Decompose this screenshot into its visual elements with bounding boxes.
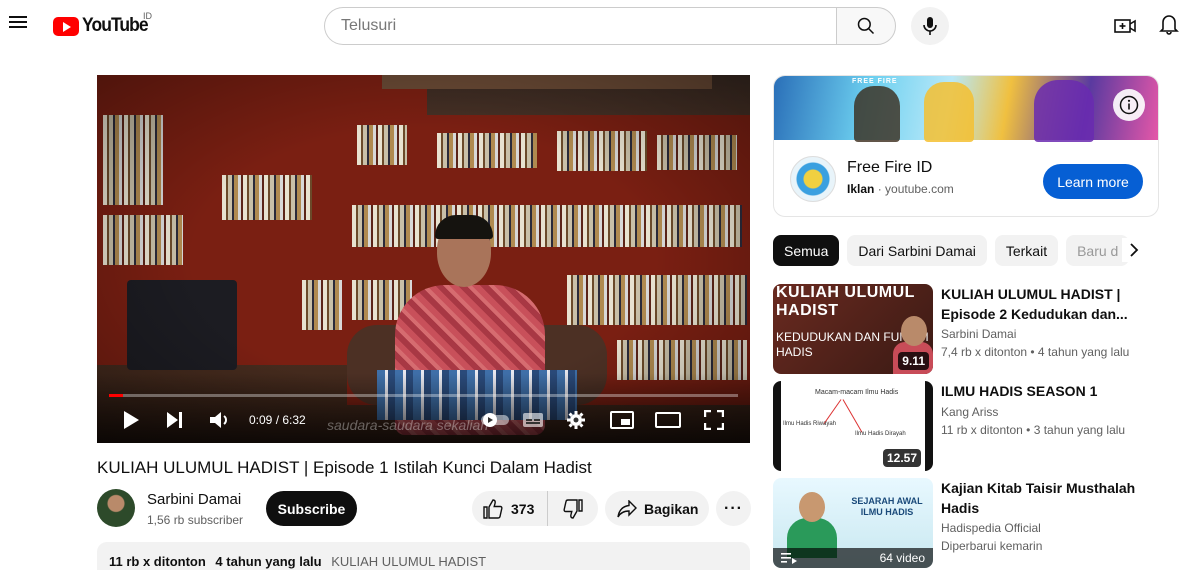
info-icon: [1119, 95, 1139, 115]
ad-info-button[interactable]: [1113, 89, 1145, 121]
video-meta: 7,4 rb x ditonton • 4 tahun yang lalu: [941, 345, 1130, 359]
video-title: KULIAH ULUMUL HADIST | Episode 1 Istilah…: [97, 458, 592, 477]
like-button[interactable]: 373: [472, 491, 548, 526]
theater-mode-button[interactable]: [654, 409, 682, 431]
youtube-logo[interactable]: YouTube: [53, 15, 153, 37]
create-icon: [1114, 19, 1136, 33]
playlist-overlay: 64 video: [773, 548, 933, 568]
share-label: Bagikan: [644, 500, 699, 517]
channel-name[interactable]: Sarbini Damai: [147, 491, 241, 508]
fullscreen-button[interactable]: [702, 409, 726, 431]
learn-more-button[interactable]: Learn more: [1043, 164, 1143, 199]
ad-meta: Iklan · youtube.com: [847, 182, 954, 196]
playlist-count: 64 video: [879, 551, 925, 565]
related-filter-chips: Semua Dari Sarbini Damai Terkait Baru d: [773, 235, 1159, 266]
recommended-playlist[interactable]: Macam-macam Ilmu Hadis Ilmu Hadis Riwaya…: [773, 381, 1159, 471]
next-icon: [167, 412, 182, 428]
ad-card[interactable]: FREE FIRE Free Fire ID Iklan · youtube.c…: [773, 75, 1159, 217]
video-thumbnail[interactable]: Macam-macam Ilmu Hadis Ilmu Hadis Riwaya…: [773, 381, 933, 471]
voice-search-button[interactable]: [911, 7, 949, 45]
channel-name[interactable]: Sarbini Damai: [941, 327, 1016, 341]
sponsored-label: Iklan: [847, 182, 875, 196]
chip-related[interactable]: Terkait: [994, 235, 1059, 266]
search-button[interactable]: [836, 7, 896, 45]
video-player[interactable]: saudara-saudara sekalian 0:09 / 6:32: [97, 75, 750, 443]
progress-bar[interactable]: [109, 394, 738, 397]
play-icon: [124, 411, 139, 429]
settings-icon: [567, 411, 585, 429]
video-watermark: saudara-saudara sekalian: [327, 417, 489, 433]
video-duration: 12.57: [882, 449, 921, 467]
channel-name[interactable]: Kang Ariss: [941, 405, 998, 419]
subscriber-count: 1,56 rb subscriber: [147, 513, 244, 527]
autoplay-toggle[interactable]: [480, 409, 510, 431]
subscribe-button[interactable]: Subscribe: [266, 491, 357, 526]
menu-icon[interactable]: [9, 14, 29, 36]
chips-next-button[interactable]: [1122, 238, 1146, 262]
recommended-video[interactable]: KULIAH ULUMUL HADIST KEDUDUKAN DAN FUNGS…: [773, 284, 1159, 374]
recommended-playlist[interactable]: SEJARAH AWAL ILMU HADIS 64 video Kajian …: [773, 478, 1159, 568]
video-duration: 9.11: [898, 352, 929, 370]
subtitles-icon: [523, 413, 543, 427]
playlist-meta: Diperbarui kemarin: [941, 539, 1043, 553]
youtube-play-icon: [53, 16, 79, 36]
advertiser-avatar[interactable]: [790, 156, 836, 202]
search-bar: [324, 7, 896, 45]
upload-age: 4 tahun yang lalu: [215, 554, 322, 569]
volume-button[interactable]: [207, 409, 233, 431]
progress-fill: [109, 394, 124, 397]
volume-icon: [210, 412, 227, 428]
playlist-icon: [781, 553, 797, 564]
play-button[interactable]: [119, 409, 143, 431]
like-count: 373: [511, 500, 535, 517]
more-actions-button[interactable]: ···: [716, 491, 751, 526]
fullscreen-icon: [704, 410, 724, 430]
next-button[interactable]: [163, 409, 187, 431]
like-icon: [483, 498, 503, 519]
playlist-thumbnail[interactable]: SEJARAH AWAL ILMU HADIS 64 video: [773, 478, 933, 568]
ad-banner-image[interactable]: FREE FIRE: [774, 76, 1158, 142]
chip-new[interactable]: Baru d: [1066, 235, 1130, 266]
time-display: 0:09 / 6:32: [249, 413, 306, 427]
subtitles-button[interactable]: [521, 409, 545, 431]
country-code: ID: [143, 11, 152, 21]
search-icon: [857, 17, 875, 35]
description-box[interactable]: 11 rb x ditonton 4 tahun yang lalu KULIA…: [97, 542, 750, 570]
chip-all[interactable]: Semua: [773, 235, 840, 266]
theater-icon: [655, 412, 681, 428]
video-thumbnail[interactable]: KULIAH ULUMUL HADIST KEDUDUKAN DAN FUNGS…: [773, 284, 933, 374]
ad-domain: youtube.com: [885, 182, 954, 196]
chevron-right-icon: [1130, 243, 1139, 257]
logo-text: YouTube: [82, 15, 149, 36]
dislike-button[interactable]: [548, 491, 598, 526]
search-input[interactable]: [324, 7, 836, 45]
ad-title[interactable]: Free Fire ID: [847, 159, 932, 177]
share-button[interactable]: Bagikan: [605, 491, 709, 526]
chip-from-channel[interactable]: Dari Sarbini Damai: [847, 235, 987, 266]
create-button[interactable]: [1113, 14, 1137, 38]
video-title-link[interactable]: ILMU HADIS SEASON 1: [941, 381, 1151, 401]
video-meta: 11 rb x ditonton • 3 tahun yang lalu: [941, 423, 1126, 437]
playlist-title-link[interactable]: Kajian Kitab Taisir Musthalah Hadis: [941, 478, 1151, 518]
mic-icon: [923, 17, 937, 35]
miniplayer-icon: [610, 411, 634, 429]
view-count: 11 rb x ditonton: [109, 554, 206, 569]
settings-button[interactable]: [564, 409, 588, 431]
channel-avatar[interactable]: [97, 489, 135, 527]
dislike-icon: [563, 498, 583, 519]
bell-icon: [1159, 15, 1179, 35]
channel-name[interactable]: Hadispedia Official: [941, 521, 1041, 535]
share-icon: [617, 499, 637, 517]
autoplay-icon: [481, 413, 509, 427]
video-title-link[interactable]: KULIAH ULUMUL HADIST | Episode 2 Keduduk…: [941, 284, 1151, 324]
ad-banner-mark: FREE FIRE: [852, 78, 898, 85]
miniplayer-button[interactable]: [609, 409, 635, 431]
masthead: YouTube ID: [0, 0, 1180, 52]
hashtag[interactable]: KULIAH ULUMUL HADIST: [331, 554, 486, 569]
notifications-button[interactable]: [1159, 13, 1180, 37]
like-dislike-group: 373: [472, 491, 598, 526]
